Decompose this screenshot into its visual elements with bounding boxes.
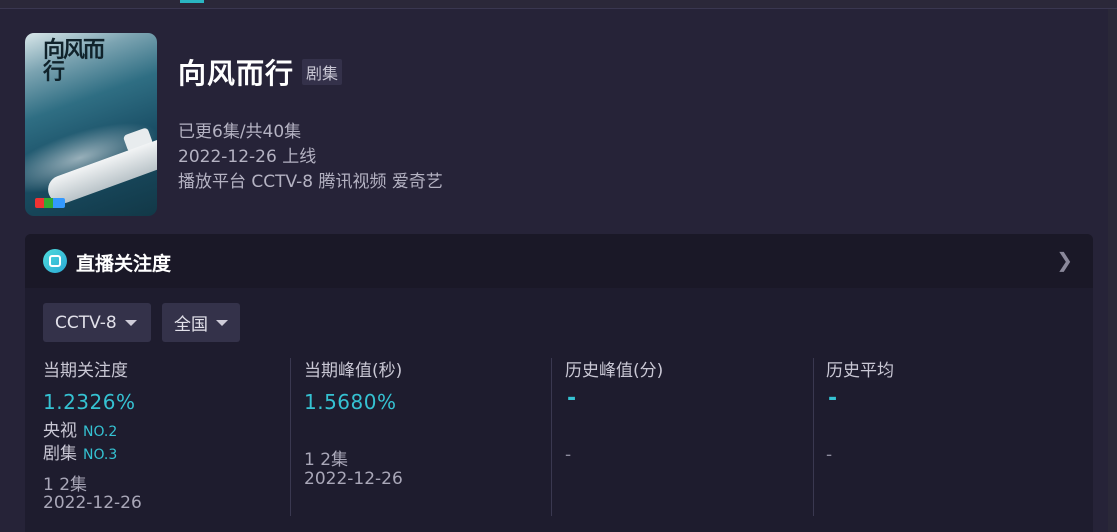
type-badge: 剧集 bbox=[302, 59, 343, 85]
stat-label: 历史平均 bbox=[826, 361, 894, 381]
caret-down-icon bbox=[216, 319, 228, 326]
region-dropdown[interactable]: 全国 bbox=[162, 303, 240, 342]
stat-episode: 1 2集 bbox=[304, 450, 349, 470]
poster-logo bbox=[35, 198, 65, 208]
channel-dropdown[interactable]: CCTV-8 bbox=[43, 303, 151, 342]
episode-progress: 已更6集/共40集 bbox=[178, 122, 302, 142]
chart-icon bbox=[43, 249, 67, 273]
stat-current-peak: 当期峰值(秒) 1.5680% 1 2集 2022-12-26 bbox=[304, 356, 554, 516]
stat-label: 当期关注度 bbox=[43, 361, 128, 381]
poster-title: 向风而行 bbox=[43, 37, 105, 85]
show-title: 向风而行 bbox=[178, 57, 295, 90]
stat-episode: 1 2集 bbox=[43, 475, 88, 495]
stat-label: 当期峰值(秒) bbox=[304, 361, 403, 381]
rank-drama: 剧集 NO.3 bbox=[43, 439, 117, 464]
scrollbar[interactable] bbox=[1108, 9, 1117, 532]
panel-header[interactable]: 直播关注度 ❯ bbox=[25, 234, 1093, 288]
stat-value: - bbox=[828, 386, 838, 411]
column-divider bbox=[290, 358, 291, 516]
caret-down-icon bbox=[124, 319, 137, 326]
stat-history-average: 历史平均 - - bbox=[826, 356, 1076, 516]
stat-date: 2022-12-26 bbox=[304, 469, 403, 489]
live-attention-panel: 直播关注度 ❯ CCTV-8 全国 当期关注度 1.2326% 央视 NO.2 剧… bbox=[25, 234, 1093, 532]
show-header: 向风而行 向风而行 剧集 已更6集/共40集 2022-12-26 上线 播放平… bbox=[25, 33, 1085, 217]
column-divider bbox=[551, 358, 552, 516]
stat-history-peak: 历史峰值(分) - - bbox=[565, 356, 815, 516]
rank-label: 央视 bbox=[43, 421, 77, 441]
stat-value: - bbox=[567, 386, 577, 411]
platform-list: 播放平台 CCTV-8 腾讯视频 爱奇艺 bbox=[178, 172, 443, 192]
active-tab-indicator bbox=[180, 0, 204, 3]
title-row: 向风而行 剧集 bbox=[178, 54, 343, 90]
chevron-right-icon[interactable]: ❯ bbox=[1056, 248, 1073, 272]
stat-value: 1.2326% bbox=[43, 390, 136, 414]
panel-title: 直播关注度 bbox=[76, 253, 172, 275]
top-bar bbox=[0, 0, 1117, 9]
column-divider bbox=[813, 358, 814, 516]
stat-sub: - bbox=[826, 445, 833, 465]
rank-label: 剧集 bbox=[43, 444, 77, 464]
stat-sub: - bbox=[565, 445, 572, 465]
rank-cctv: 央视 NO.2 bbox=[43, 416, 117, 441]
region-dropdown-value: 全国 bbox=[174, 315, 208, 335]
stat-date: 2022-12-26 bbox=[43, 493, 142, 513]
stat-current-attention: 当期关注度 1.2326% 央视 NO.2 剧集 NO.3 1 2集 2022-12… bbox=[43, 356, 293, 516]
channel-dropdown-value: CCTV-8 bbox=[55, 312, 117, 333]
show-poster[interactable]: 向风而行 bbox=[25, 33, 157, 216]
rank-value: NO.2 bbox=[83, 424, 118, 440]
stat-value: 1.5680% bbox=[304, 390, 397, 414]
release-date: 2022-12-26 上线 bbox=[178, 147, 317, 167]
stat-label: 历史峰值(分) bbox=[565, 361, 664, 381]
rank-value: NO.3 bbox=[83, 447, 118, 463]
